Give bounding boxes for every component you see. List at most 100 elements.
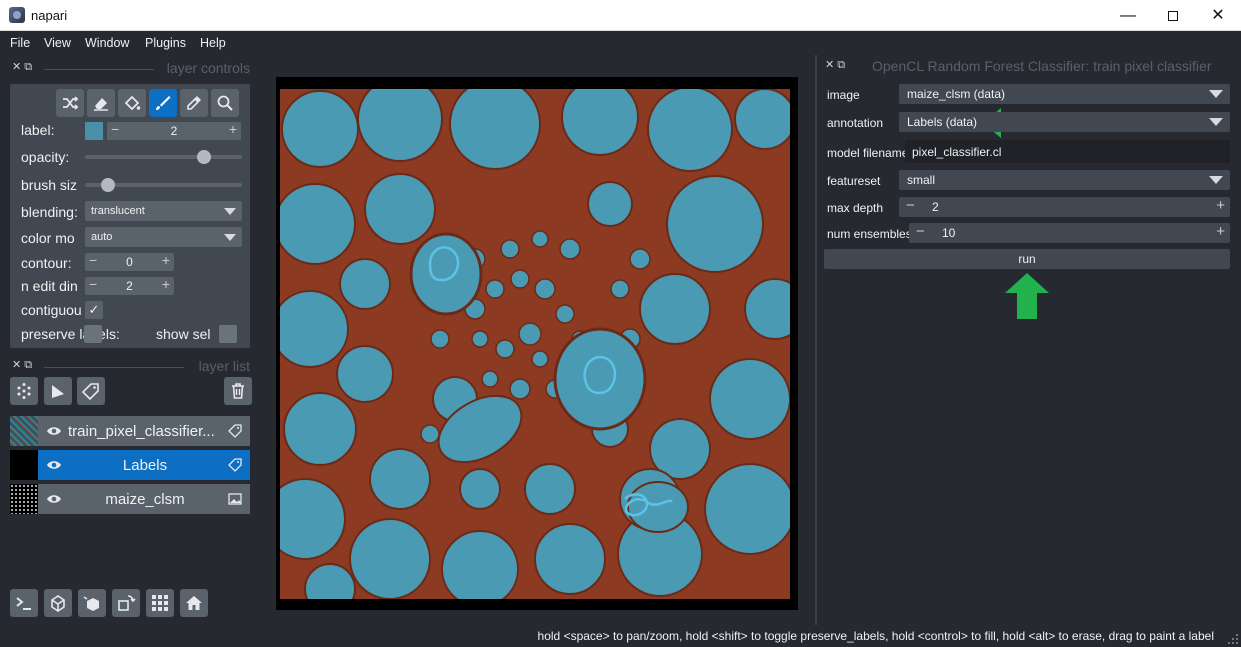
menu-window[interactable]: Window bbox=[85, 36, 129, 50]
roll-dims-button[interactable] bbox=[78, 589, 106, 617]
contiguous-label: contiguou bbox=[21, 302, 82, 318]
shapes-icon bbox=[52, 385, 64, 398]
layer-thumbnail bbox=[10, 416, 38, 446]
new-shapes-layer-button[interactable] bbox=[44, 377, 72, 405]
contour-value: 0 bbox=[126, 255, 133, 269]
dock-float-close-icons[interactable]: ✕ ⧉ bbox=[825, 58, 845, 72]
decrement-icon[interactable]: − bbox=[906, 197, 915, 214]
erase-button[interactable] bbox=[87, 89, 115, 117]
image-icon bbox=[228, 493, 242, 505]
shuffle-icon bbox=[63, 96, 79, 110]
napari-window: napari — ✕ File View Window Plugins Help… bbox=[0, 0, 1241, 647]
layer-row-labels[interactable]: Labels bbox=[10, 450, 250, 480]
cube-icon bbox=[83, 596, 99, 611]
decrement-icon[interactable]: − bbox=[916, 223, 925, 240]
fill-button[interactable] bbox=[118, 89, 146, 117]
opacity-slider-handle[interactable] bbox=[196, 150, 211, 164]
max-depth-label: max depth bbox=[827, 201, 884, 215]
image-value: maize_clsm (data) bbox=[907, 87, 1006, 101]
dock-float-close-icons[interactable]: ✕ ⧉ bbox=[12, 358, 32, 372]
reset-view-button[interactable] bbox=[180, 589, 208, 617]
menu-plugins[interactable]: Plugins bbox=[145, 36, 186, 50]
menu-help[interactable]: Help bbox=[200, 36, 226, 50]
resize-grip-icon[interactable] bbox=[1227, 633, 1239, 645]
increment-icon[interactable]: + bbox=[1216, 197, 1225, 214]
layer-name: train_pixel_classifier... bbox=[68, 423, 215, 440]
blending-label: blending: bbox=[21, 204, 78, 220]
n-edit-dim-spinbox[interactable]: − 2 + bbox=[85, 276, 174, 295]
n-edit-dim-value: 2 bbox=[126, 279, 133, 293]
preserve-labels-checkbox[interactable] bbox=[84, 325, 102, 343]
label-value: 2 bbox=[170, 124, 178, 138]
increment-icon[interactable]: + bbox=[162, 252, 170, 268]
shuffle-colors-button[interactable] bbox=[56, 89, 84, 117]
brush-size-label: brush siz bbox=[21, 177, 78, 193]
pan-zoom-button[interactable] bbox=[211, 89, 239, 117]
rotate-square-icon bbox=[118, 595, 136, 611]
cube-wireframe-icon bbox=[51, 595, 65, 612]
pick-label-button[interactable] bbox=[180, 89, 208, 117]
labels-image[interactable] bbox=[280, 89, 790, 599]
transpose-button[interactable] bbox=[112, 589, 140, 617]
layer-row-train-pixel-classifier[interactable]: train_pixel_classifier... bbox=[10, 416, 250, 446]
maximize-icon bbox=[1168, 10, 1178, 21]
eye-icon[interactable] bbox=[46, 459, 62, 471]
chevron-down-icon bbox=[1209, 118, 1223, 126]
color-mode-select[interactable]: auto bbox=[85, 227, 242, 247]
green-arrow-up-icon bbox=[1005, 273, 1049, 319]
trash-icon bbox=[232, 383, 244, 399]
opacity-label: opacity: bbox=[21, 149, 70, 165]
annotation-label: annotation bbox=[827, 116, 884, 130]
layer-row-maize-clsm[interactable]: maize_clsm bbox=[10, 484, 250, 514]
blending-select[interactable]: translucent bbox=[85, 201, 242, 221]
annotation-value: Labels (data) bbox=[907, 115, 978, 129]
n-edit-dim-label: n edit din bbox=[21, 278, 78, 294]
close-button[interactable]: ✕ bbox=[1195, 0, 1241, 31]
segmentation-overlay bbox=[280, 89, 790, 599]
label-spinbox[interactable]: − 2 + bbox=[107, 121, 241, 140]
title-bar: napari — ✕ bbox=[0, 0, 1241, 31]
paint-button[interactable] bbox=[149, 89, 177, 117]
menu-file[interactable]: File bbox=[10, 36, 30, 50]
console-button[interactable] bbox=[10, 589, 38, 617]
maximize-button[interactable] bbox=[1150, 0, 1196, 31]
num-ensembles-spinbox[interactable]: − 10 + bbox=[909, 223, 1230, 243]
minimize-button[interactable]: — bbox=[1105, 0, 1151, 31]
model-filename-input[interactable] bbox=[905, 140, 1230, 163]
max-depth-value: 2 bbox=[932, 200, 939, 214]
layer-list-dock-title: ✕ ⧉ layer list bbox=[12, 358, 250, 376]
layer-name: Labels bbox=[122, 457, 168, 474]
contiguous-checkbox[interactable]: ✓ bbox=[85, 301, 103, 319]
brush-size-slider-handle[interactable] bbox=[100, 178, 115, 192]
annotation-select[interactable]: Labels (data) bbox=[899, 112, 1230, 132]
eye-icon[interactable] bbox=[46, 425, 62, 437]
new-points-layer-button[interactable] bbox=[10, 377, 38, 405]
show-selected-checkbox[interactable] bbox=[219, 325, 237, 343]
layer-thumbnail bbox=[10, 484, 38, 514]
model-filename-label: model filename bbox=[827, 146, 909, 160]
ndisplay-button[interactable] bbox=[44, 589, 72, 617]
increment-icon[interactable]: + bbox=[229, 121, 237, 137]
contour-spinbox[interactable]: − 0 + bbox=[85, 252, 174, 271]
dock-separator[interactable] bbox=[815, 55, 817, 625]
layer-thumbnail bbox=[10, 450, 38, 480]
tag-icon bbox=[228, 424, 242, 438]
grid-view-button[interactable] bbox=[146, 589, 174, 617]
chevron-down-icon bbox=[224, 234, 236, 241]
eraser-icon bbox=[94, 98, 108, 111]
tag-icon bbox=[82, 383, 99, 400]
increment-icon[interactable]: + bbox=[1216, 223, 1225, 240]
max-depth-spinbox[interactable]: − 2 + bbox=[899, 197, 1230, 217]
menu-view[interactable]: View bbox=[44, 36, 71, 50]
eye-icon[interactable] bbox=[46, 493, 62, 505]
image-label: image bbox=[827, 88, 860, 102]
dock-float-close-icons[interactable]: ✕ ⧉ bbox=[12, 60, 32, 74]
home-icon bbox=[186, 596, 202, 610]
image-select[interactable]: maize_clsm (data) bbox=[899, 84, 1230, 104]
run-button[interactable]: run bbox=[824, 249, 1230, 269]
increment-icon[interactable]: + bbox=[162, 276, 170, 292]
new-labels-layer-button[interactable] bbox=[77, 377, 105, 405]
featureset-select[interactable]: small bbox=[899, 170, 1230, 190]
delete-layer-button[interactable] bbox=[224, 377, 252, 405]
opacity-slider[interactable] bbox=[85, 155, 242, 159]
